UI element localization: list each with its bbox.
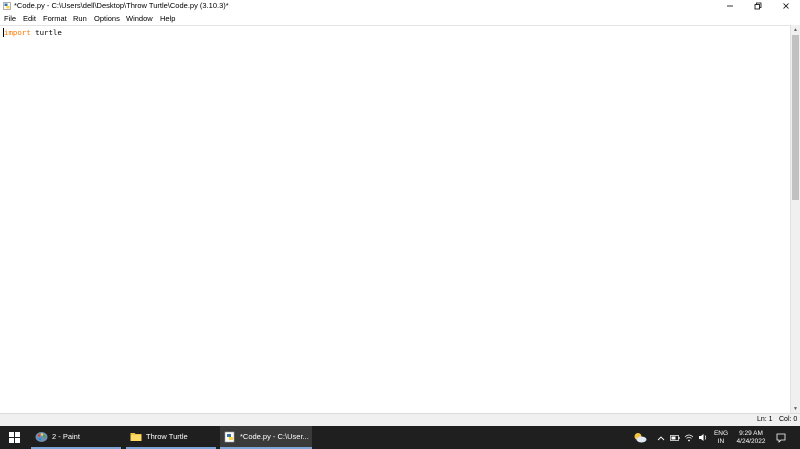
python-file-icon: [224, 431, 235, 442]
volume-button[interactable]: [697, 426, 709, 449]
weather-cloud-sun-icon: [634, 433, 647, 443]
input-language-button[interactable]: ENG IN: [711, 426, 731, 449]
clock-time: 9:29 AM: [739, 429, 763, 437]
clock-button[interactable]: 9:29 AM 4/24/2022: [734, 426, 768, 449]
scroll-down-arrow-icon[interactable]: ▼: [791, 404, 800, 413]
paint-icon: [35, 431, 48, 442]
code-editor[interactable]: import turtle: [0, 25, 790, 414]
start-button[interactable]: [0, 426, 28, 449]
weather-tray-button[interactable]: [631, 426, 649, 449]
minimize-icon: [727, 5, 733, 7]
taskbar-label-throw-turtle: Throw Turtle: [146, 432, 188, 441]
clock-date: 4/24/2022: [736, 437, 766, 445]
taskbar-item-paint[interactable]: 2 - Paint: [31, 426, 121, 449]
close-button[interactable]: [772, 0, 800, 12]
keyword-import: import: [4, 28, 31, 37]
menu-run[interactable]: Run: [73, 14, 87, 23]
scroll-up-arrow-icon[interactable]: ▲: [791, 25, 800, 34]
vertical-scrollbar[interactable]: ▲ ▼: [790, 25, 800, 413]
menu-window[interactable]: Window: [126, 14, 153, 23]
menu-options[interactable]: Options: [94, 14, 120, 23]
folder-icon: [130, 433, 142, 441]
taskbar-item-code-py[interactable]: *Code.py - C:\User...: [220, 426, 312, 449]
restore-button[interactable]: [744, 0, 772, 12]
show-hidden-icons-button[interactable]: [655, 426, 667, 449]
restore-icon: [754, 2, 762, 10]
battery-button[interactable]: [669, 426, 681, 449]
windows-logo-icon: [8, 432, 20, 443]
text-cursor: [3, 28, 4, 37]
notifications-button[interactable]: [774, 426, 788, 449]
language-indicator: ENG IN: [714, 430, 728, 446]
network-button[interactable]: [683, 426, 695, 449]
menu-file[interactable]: File: [4, 14, 16, 23]
taskbar-item-throw-turtle[interactable]: Throw Turtle: [126, 426, 216, 449]
taskbar: 2 - Paint Throw Turtle *Code.py - C:\Use…: [0, 426, 800, 449]
code-line-1: import turtle: [4, 28, 62, 37]
minimize-button[interactable]: [716, 0, 744, 12]
menu-bar: File Edit Format Run Options Window Help: [0, 13, 800, 25]
scrollbar-thumb[interactable]: [792, 35, 799, 200]
close-icon: [783, 3, 789, 9]
status-bar: Ln: 1 Col: 0: [0, 413, 800, 426]
speaker-icon: [699, 434, 707, 441]
menu-help[interactable]: Help: [160, 14, 175, 23]
language-code: ENG: [713, 429, 729, 437]
taskbar-label-paint: 2 - Paint: [52, 432, 80, 441]
title-bar: *Code.py - C:\Users\dell\Desktop\Throw T…: [0, 0, 800, 12]
python-idle-icon: [3, 2, 11, 10]
taskbar-label-code-py: *Code.py - C:\User...: [240, 432, 309, 441]
notification-icon: [776, 433, 786, 443]
battery-icon: [670, 434, 680, 441]
chevron-up-icon: [657, 435, 665, 440]
clock: 9:29 AM 4/24/2022: [737, 430, 766, 446]
menu-format[interactable]: Format: [43, 14, 67, 23]
window-title: *Code.py - C:\Users\dell\Desktop\Throw T…: [14, 1, 229, 10]
wifi-icon: [684, 434, 694, 442]
language-region: IN: [717, 437, 725, 445]
menu-edit[interactable]: Edit: [23, 14, 36, 23]
status-line: Ln: 1: [757, 416, 773, 423]
code-text: turtle: [30, 28, 62, 37]
status-col: Col: 0: [779, 416, 798, 423]
